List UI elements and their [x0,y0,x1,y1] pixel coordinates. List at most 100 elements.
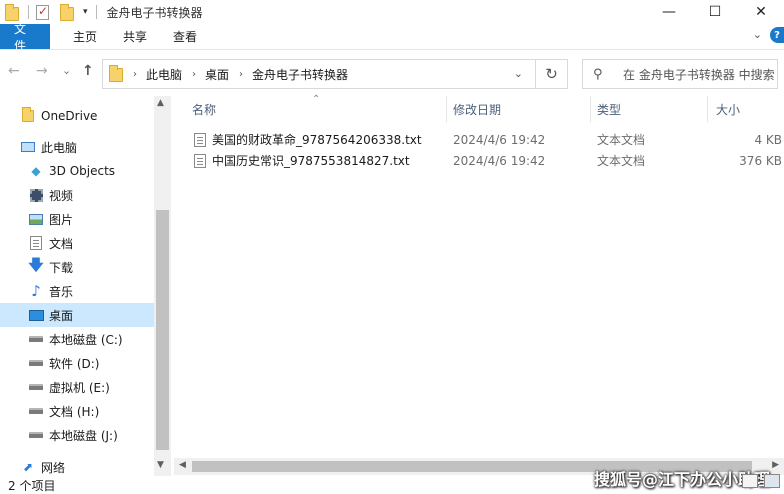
sidebar-item-drive-d[interactable]: 软件 (D:) [0,351,154,375]
tab-share[interactable]: 共享 [110,24,160,49]
scroll-up-icon[interactable]: ▲ [157,98,164,108]
scroll-right-icon[interactable]: ▶ [772,460,779,470]
scrollbar-thumb[interactable] [156,210,169,450]
details-view-icon[interactable] [742,474,758,488]
file-name: 中国历史常识_9787553814827.txt [212,154,410,168]
tab-file[interactable]: 文件 [0,22,50,53]
breadcrumb-this-pc[interactable]: 此电脑 [146,66,182,83]
recent-locations-chevron-icon[interactable]: ⌄ [62,64,71,77]
help-icon[interactable]: ? [770,27,784,43]
column-header-name[interactable]: 名称 [192,96,216,122]
sidebar-item-label: 本地磁盘 (C:) [49,332,123,347]
sidebar-item-documents[interactable]: 文档 [0,231,154,255]
sidebar-item-label: 本地磁盘 (J:) [49,428,118,443]
sidebar-item-label: 此电脑 [41,140,78,155]
column-divider[interactable] [707,96,708,122]
drive-icon [28,331,44,347]
properties-icon[interactable] [35,4,51,20]
text-file-icon [194,153,206,168]
file-name-cell[interactable]: 美国的财政革命_9787564206338.txt [194,129,422,150]
desktop-icon [28,307,44,323]
breadcrumb: › 此电脑 › 桌面 › 金舟电子书转换器 [123,66,348,83]
search-placeholder: 在 金舟电子书转换器 中搜索 [623,67,775,82]
column-header-modified[interactable]: 修改日期 [453,96,501,122]
close-button[interactable]: ✕ [738,0,784,24]
sidebar-item-music[interactable]: ♪ 音乐 [0,279,154,303]
drive-icon [28,355,44,371]
maximize-button[interactable]: ☐ [692,0,738,24]
folder-icon[interactable] [4,4,20,21]
sidebar-item-label: 3D Objects [49,164,116,178]
sidebar-item-label: 图片 [49,212,74,227]
sidebar-item-label: 文档 (H:) [49,404,100,419]
sidebar-item-downloads[interactable]: 🡇 下载 [0,255,154,279]
sort-ascending-icon: ⌃ [312,94,321,105]
navigation-pane-scrollbar[interactable]: ▲ ▼ [154,96,171,476]
up-arrow-icon[interactable]: ↑ [82,63,94,79]
sidebar-item-videos[interactable]: 视频 [0,183,154,207]
sidebar-item-label: 软件 (D:) [49,356,100,371]
sidebar-item-onedrive[interactable]: OneDrive [0,104,154,128]
window-controls: — ☐ ✕ [646,0,784,24]
column-divider[interactable] [590,96,591,122]
computer-icon [20,139,36,155]
tab-home[interactable]: 主页 [60,24,110,49]
video-icon [28,187,44,203]
sidebar-item-desktop[interactable]: 桌面 [0,303,154,327]
drive-icon [28,379,44,395]
file-name: 美国的财政革命_9787564206338.txt [212,133,422,147]
window-title: 金舟电子书转换器 [106,5,203,20]
minimize-button[interactable]: — [646,0,692,24]
sidebar-item-drive-e[interactable]: 虚拟机 (E:) [0,375,154,399]
file-type: 文本文档 [597,133,646,147]
file-modified: 2024/4/6 19:42 [453,132,546,147]
text-file-icon [194,132,206,147]
search-icon: ⚲ [593,66,603,82]
customize-toolbar-chevron-icon[interactable]: ▾ [83,7,88,17]
cube-icon: ◆ [31,164,41,178]
file-modified: 2024/4/6 19:42 [453,153,546,168]
file-type: 文本文档 [597,154,646,168]
sidebar-item-drive-j[interactable]: 本地磁盘 (J:) [0,423,154,447]
ribbon-tabs: 文件 主页 共享 查看 ⌄ ? [0,22,784,53]
column-header-type[interactable]: 类型 [597,96,621,122]
drive-icon [28,427,44,443]
navigation-bar: ← → ⌄ ↑ › 此电脑 › 桌面 › 金舟电子书转换器 ⌄ ↻ ⚲ 在 金舟… [0,51,784,95]
file-size: 4 KB [754,132,782,147]
breadcrumb-current-folder[interactable]: 金舟电子书转换器 [252,66,348,83]
scroll-left-icon[interactable]: ◀ [179,460,186,470]
sidebar-item-label: 音乐 [49,284,74,299]
table-row[interactable]: 美国的财政革命_9787564206338.txt 2024/4/6 19:42… [194,129,784,150]
document-icon [28,235,44,251]
forward-icon[interactable]: → [36,63,48,79]
sidebar-item-this-pc[interactable]: 此电脑 [0,135,154,159]
chevron-right-icon[interactable]: › [133,69,137,80]
divider [95,5,97,19]
chevron-down-icon[interactable]: ⌄ [753,28,762,41]
sidebar-item-label: 下载 [49,260,74,275]
table-row[interactable]: 中国历史常识_9787553814827.txt 2024/4/6 19:42 … [194,150,784,171]
tab-view[interactable]: 查看 [160,24,210,49]
file-name-cell[interactable]: 中国历史常识_9787553814827.txt [194,150,410,171]
new-folder-icon[interactable] [59,4,75,21]
address-bar[interactable]: › 此电脑 › 桌面 › 金舟电子书转换器 ⌄ [102,59,536,89]
column-header-size[interactable]: 大小 [716,96,740,122]
folder-icon [109,64,123,85]
title-bar: ▾ 金舟电子书转换器 — ☐ ✕ [0,0,784,24]
sidebar-item-3d-objects[interactable]: ◆ 3D Objects [0,159,154,183]
column-divider[interactable] [446,96,447,122]
sidebar-item-drive-h[interactable]: 文档 (H:) [0,399,154,423]
address-dropdown-icon[interactable]: ⌄ [514,67,523,80]
chevron-right-icon[interactable]: › [239,69,243,80]
breadcrumb-desktop[interactable]: 桌面 [205,66,229,83]
sidebar-item-pictures[interactable]: 图片 [0,207,154,231]
large-icons-view-icon[interactable] [764,474,780,488]
music-icon: ♪ [31,282,41,300]
chevron-right-icon[interactable]: › [192,69,196,80]
sidebar-item-drive-c[interactable]: 本地磁盘 (C:) [0,327,154,351]
scroll-down-icon[interactable]: ▼ [157,460,164,470]
folder-icon [20,107,36,124]
refresh-button[interactable]: ↻ [536,59,568,89]
search-input[interactable]: ⚲ 在 金舟电子书转换器 中搜索 [582,59,778,89]
back-icon[interactable]: ← [8,63,20,79]
